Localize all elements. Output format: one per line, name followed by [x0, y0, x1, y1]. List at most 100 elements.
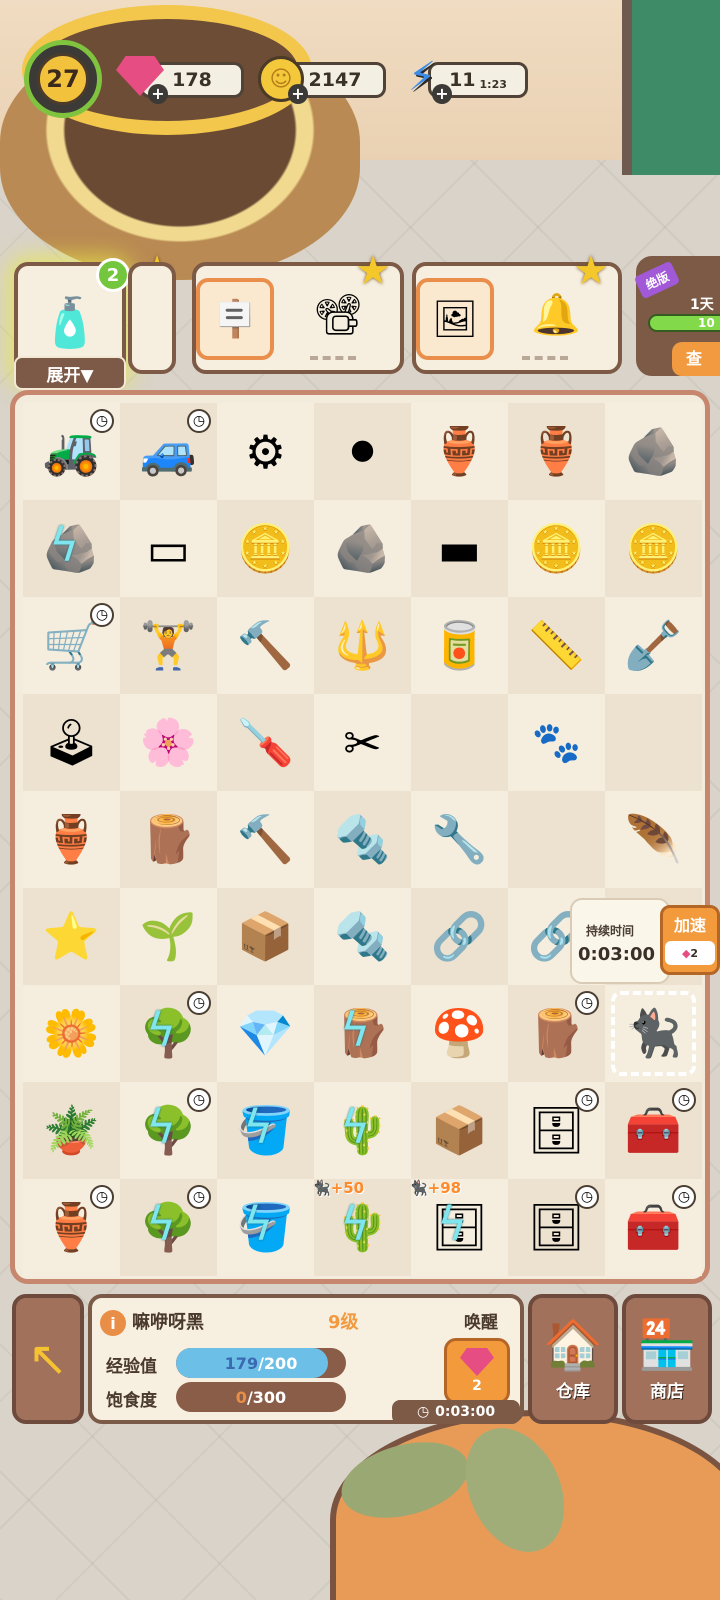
- board-cell[interactable]: 🪵: [120, 791, 217, 888]
- board-cell[interactable]: 🗄 ◷: [508, 1179, 605, 1276]
- board-cell[interactable]: 🌱: [120, 888, 217, 985]
- star-sticker-icon: ⭐: [42, 909, 101, 963]
- syringe-tools-icon: 🔧: [430, 812, 489, 866]
- clock-icon: ◷: [187, 1088, 211, 1112]
- board-cell[interactable]: 🛒 ◷: [23, 597, 120, 694]
- event-view-button[interactable]: 查: [672, 342, 720, 376]
- wood-cabinet-icon: 🗄: [527, 1103, 586, 1157]
- empty-cell[interactable]: [605, 694, 702, 791]
- board-cell[interactable]: 🏋: [120, 597, 217, 694]
- board-cell[interactable]: 🌳 ϟ ◷: [120, 1179, 217, 1276]
- board-cell[interactable]: 🌵 ϟ: [314, 1082, 411, 1179]
- pot-fragments-icon: 🪨: [624, 424, 683, 478]
- board-cell[interactable]: 🔩: [314, 791, 411, 888]
- board-cell[interactable]: 🏺 ◷: [23, 1179, 120, 1276]
- board-cell[interactable]: ▬: [411, 500, 508, 597]
- board-cell[interactable]: 🪶: [605, 791, 702, 888]
- tire-stack-icon: ⚙: [244, 424, 287, 479]
- event-progress: 10: [648, 314, 720, 332]
- bolt-and-nut-icon: 🔩: [333, 909, 392, 963]
- clock-icon: ◷: [187, 991, 211, 1015]
- board-cell[interactable]: 📦: [217, 888, 314, 985]
- board-cell[interactable]: 🧰 ◷: [605, 1179, 702, 1276]
- lightning-lock-icon: ϟ: [243, 1100, 274, 1154]
- empty-cell[interactable]: [508, 791, 605, 888]
- board-cell[interactable]: 🚙 ◷: [120, 403, 217, 500]
- info-icon[interactable]: i: [100, 1310, 126, 1336]
- board-cell[interactable]: 🪴: [23, 1082, 120, 1179]
- board-cell[interactable]: 🧰 ◷: [605, 1082, 702, 1179]
- board-cell[interactable]: 🌳 ϟ ◷: [120, 985, 217, 1082]
- board-cell[interactable]: 🪨: [605, 403, 702, 500]
- board-cell[interactable]: 🌸: [120, 694, 217, 791]
- shop-button[interactable]: 🏪 商店: [622, 1294, 712, 1424]
- board-cell[interactable]: 🔱: [314, 597, 411, 694]
- lightning-lock-icon: ϟ: [340, 1197, 371, 1251]
- board-cell[interactable]: 🔗: [411, 888, 508, 985]
- board-cell[interactable]: 🪣 ϟ: [217, 1082, 314, 1179]
- decorated-vase-icon: 🏺: [42, 1200, 101, 1254]
- wake-button[interactable]: 2: [444, 1338, 510, 1404]
- board-cell[interactable]: 🌼: [23, 985, 120, 1082]
- board-cell[interactable]: 🪨 ϟ: [23, 500, 120, 597]
- board-cell[interactable]: 🪨: [314, 500, 411, 597]
- board-cell[interactable]: 🪙: [217, 500, 314, 597]
- wake-timer: ◷ 0:03:00: [392, 1400, 520, 1424]
- board-cell[interactable]: 🏺: [23, 791, 120, 888]
- board-cell[interactable]: 🏺: [411, 403, 508, 500]
- board-cell[interactable]: 🔧: [411, 791, 508, 888]
- board-cell[interactable]: 🌵 ϟ 🐈‍⬛+50: [312, 1179, 411, 1276]
- board-cell[interactable]: 🗄 ◷: [508, 1082, 605, 1179]
- board-cell[interactable]: 🔨: [217, 791, 314, 888]
- clock-icon: ◷: [575, 1185, 599, 1209]
- board-cell[interactable]: ⚙: [217, 403, 314, 500]
- empty-cell[interactable]: [411, 694, 508, 791]
- board-cell[interactable]: 🪵 ◷: [508, 985, 605, 1082]
- board-cell[interactable]: 🕹: [23, 694, 120, 791]
- board-cell[interactable]: 📦: [411, 1082, 508, 1179]
- add-coins-icon[interactable]: +: [288, 84, 308, 104]
- board-cell[interactable]: 🔩: [314, 888, 411, 985]
- board-cell[interactable]: 🪙: [508, 500, 605, 597]
- board-cell[interactable]: 🪙: [605, 500, 702, 597]
- merge-board: 🚜 ◷ 🚙 ◷ ⚙ ⚫ 🏺 🏺 🪨 🪨 ϟ ▭ 🪙 🪨 ▬ 🪙 🪙 🛒 ◷ 🏋 🔨 🔱 🥫 📏 🪏 🕹 🌸 🪛 ✂ 🐾 🏺 🪵 🔨 🔩 🔧 🪶 ⭐ 🌱 📦 🔩…: [10, 390, 710, 1284]
- board-cell[interactable]: 🪏: [605, 597, 702, 694]
- storage-button[interactable]: 🏠 仓库: [528, 1294, 618, 1424]
- board-cell[interactable]: 📏: [508, 597, 605, 694]
- board-cell[interactable]: 🌳 ϟ ◷: [120, 1082, 217, 1179]
- board-cell[interactable]: 🥫: [411, 597, 508, 694]
- board-cell[interactable]: ⭐: [23, 888, 120, 985]
- speed-up-button[interactable]: 加速 ◆ 2: [660, 905, 720, 975]
- board-cell[interactable]: 🐈‍⬛: [605, 985, 702, 1082]
- board-cell[interactable]: 🪛: [217, 694, 314, 791]
- board-cell[interactable]: 🪵 ϟ: [314, 985, 411, 1082]
- board-cell[interactable]: ▭: [120, 500, 217, 597]
- hunger-bar: 0/300: [176, 1382, 346, 1412]
- clock-icon: ◷: [672, 1185, 696, 1209]
- board-cell[interactable]: 🏺: [508, 403, 605, 500]
- board-cell[interactable]: 🍄: [411, 985, 508, 1082]
- hunger-max: /300: [246, 1387, 287, 1407]
- add-gems-icon[interactable]: +: [148, 84, 168, 104]
- order-2-customer-sign: 🖼: [416, 278, 494, 360]
- board-cell[interactable]: 🔨: [217, 597, 314, 694]
- white-cart-toy-icon: 🚙: [139, 424, 198, 478]
- board-cell[interactable]: ✂: [314, 694, 411, 791]
- player-level-badge[interactable]: 27: [24, 40, 102, 118]
- metal-plates-icon: ▬: [437, 521, 482, 576]
- board-cell[interactable]: 💎: [217, 985, 314, 1082]
- board-cell[interactable]: 🪣 ϟ: [217, 1179, 314, 1276]
- add-energy-icon[interactable]: +: [432, 84, 452, 104]
- back-button[interactable]: ↖: [12, 1294, 84, 1424]
- expand-button[interactable]: 展开▼: [14, 356, 126, 390]
- warehouse-icon: 🏠: [543, 1317, 603, 1373]
- lightning-lock-icon: ϟ: [340, 1100, 371, 1154]
- board-cell[interactable]: ⚫: [314, 403, 411, 500]
- sleeping-black-cat-icon: 🐈‍⬛: [624, 1006, 683, 1060]
- empty-cell[interactable]: 🐾: [508, 694, 605, 791]
- board-cell[interactable]: 🗄 ϟ 🐈‍⬛+98: [409, 1179, 508, 1276]
- order-1-progress: [310, 356, 356, 360]
- paw-print-icon: 🐾: [531, 720, 582, 766]
- board-cell[interactable]: 🚜 ◷: [23, 403, 120, 500]
- wooden-pallet-icon: 🪵: [139, 812, 198, 866]
